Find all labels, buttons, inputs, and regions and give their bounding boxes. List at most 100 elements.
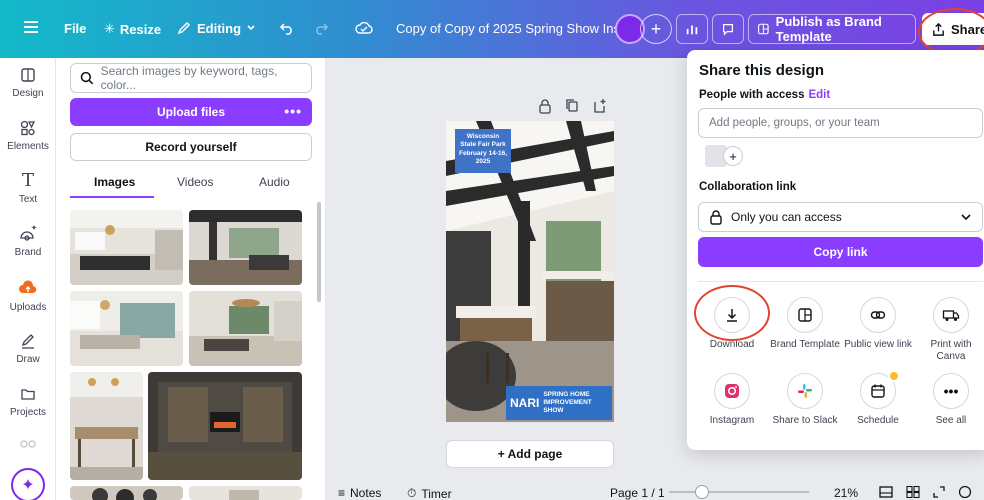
panel-scrollbar[interactable] <box>317 202 321 302</box>
image-thumbnail[interactable] <box>70 291 183 366</box>
bottom-bar: ≡ Notes ⏱ Timer Page 1 / 1 21% <box>326 484 984 500</box>
share-option-label: Share to Slack <box>772 415 838 426</box>
add-page-button[interactable]: + Add page <box>446 440 614 468</box>
resize-label: Resize <box>119 21 162 37</box>
magic-assistant-button[interactable]: ✦ <box>11 468 45 500</box>
rail-label: Draw <box>16 354 40 365</box>
design-page-preview[interactable]: Wisconsin State Fair Park February 14-16… <box>446 121 614 422</box>
share-option-schedule[interactable]: Schedule <box>842 370 914 427</box>
page-indicator[interactable]: Page 1 / 1 <box>610 486 665 500</box>
elements-icon <box>20 120 36 136</box>
zoom-level-text: 21% <box>834 486 859 500</box>
show-logo-block: NARI SPRING HOME IMPROVEMENT SHOW <box>506 386 612 420</box>
tab-images[interactable]: Images <box>94 175 135 189</box>
brand-icon <box>20 225 37 241</box>
rail-item-apps[interactable] <box>0 438 56 450</box>
plus-icon[interactable]: + <box>723 146 743 166</box>
people-with-access-heading: People with access Edit <box>699 89 830 101</box>
more-options-icon[interactable]: ••• <box>284 103 302 119</box>
fullscreen-icon[interactable] <box>933 486 945 498</box>
timer-icon: ⏱ <box>407 486 417 500</box>
zoom-slider[interactable] <box>669 485 809 499</box>
share-option-slack[interactable]: Share to Slack <box>769 373 841 427</box>
tab-audio[interactable]: Audio <box>259 175 290 189</box>
active-tab-indicator <box>70 196 154 198</box>
sparkle-icon: ✦ <box>21 477 35 494</box>
document-title-text: Copy of Copy of 2025 Spring Show Ins... <box>396 21 631 36</box>
share-option-download[interactable]: Download <box>696 297 768 351</box>
bar-chart-icon <box>686 25 698 35</box>
template-icon <box>787 297 823 333</box>
page-view-icon[interactable] <box>878 486 894 498</box>
link-access-dropdown[interactable]: Only you can access <box>698 202 983 232</box>
edit-access-link[interactable]: Edit <box>808 89 830 101</box>
comments-button[interactable] <box>712 14 744 44</box>
menu-icon[interactable] <box>22 19 40 35</box>
timer-button[interactable]: ⏱ Timer <box>407 486 452 500</box>
people-with-access-label: People with access <box>699 89 805 101</box>
zoom-slider-knob[interactable] <box>695 485 709 499</box>
share-button[interactable]: Share <box>922 13 984 45</box>
share-option-see-all[interactable]: ••• See all <box>915 373 984 427</box>
zoom-level[interactable]: 21% <box>834 486 858 500</box>
add-person-control[interactable]: + <box>705 145 745 167</box>
cloud-save-icon[interactable] <box>355 20 373 36</box>
rail-item-uploads[interactable]: Uploads <box>0 278 56 313</box>
share-option-public-view-link[interactable]: Public view link <box>842 297 914 351</box>
image-thumbnail[interactable] <box>70 486 183 500</box>
image-thumbnail[interactable] <box>189 210 302 285</box>
share-option-brand-template[interactable]: Brand Template <box>769 297 841 351</box>
logo-line: SPRING HOME <box>543 391 590 399</box>
rail-label: Brand <box>14 247 42 258</box>
share-upload-icon <box>933 22 944 36</box>
grid-view-icon[interactable] <box>906 486 920 498</box>
share-option-instagram[interactable]: Instagram <box>696 373 768 427</box>
redo-icon[interactable] <box>313 20 329 36</box>
undo-icon[interactable] <box>279 20 295 36</box>
image-thumbnail[interactable] <box>70 210 183 285</box>
premium-crown-badge <box>888 370 900 382</box>
notes-button[interactable]: ≡ Notes <box>338 486 381 500</box>
share-option-print-with-canva[interactable]: Print with Canva <box>915 297 984 362</box>
insights-button[interactable] <box>676 14 708 44</box>
tab-videos[interactable]: Videos <box>177 175 213 189</box>
notes-icon: ≡ <box>338 486 346 500</box>
image-thumbnail[interactable] <box>189 291 302 366</box>
rail-item-elements[interactable]: Elements <box>0 119 56 152</box>
plus-icon: + <box>650 18 662 39</box>
copy-link-button[interactable]: Copy link <box>698 237 983 267</box>
editing-mode-dropdown[interactable]: Editing <box>176 20 256 36</box>
file-menu-label: File <box>64 21 87 36</box>
rail-item-draw[interactable]: Draw <box>0 332 56 365</box>
badge-line: 2025 <box>475 158 491 166</box>
help-icon[interactable] <box>958 486 972 498</box>
duplicate-icon[interactable] <box>565 98 579 114</box>
add-people-input[interactable]: Add people, groups, or your team <box>698 108 983 138</box>
editing-label: Editing <box>197 20 242 36</box>
image-thumbnail[interactable] <box>148 372 302 480</box>
resize-button[interactable]: ✳ Resize <box>104 21 161 37</box>
rail-item-projects[interactable]: Projects <box>0 385 56 418</box>
rail-label: Elements <box>7 141 49 152</box>
share-option-label: Instagram <box>709 415 755 426</box>
draw-pen-icon <box>21 334 34 349</box>
rail-item-text[interactable]: T Text <box>0 172 56 206</box>
file-menu[interactable]: File <box>64 21 86 36</box>
publish-brand-template-button[interactable]: Publish as Brand Template <box>748 14 916 44</box>
notes-label: Notes <box>350 486 382 500</box>
share-option-label: See all <box>935 415 967 426</box>
add-page-icon[interactable] <box>592 98 606 114</box>
add-collaborator-button[interactable]: + <box>640 14 672 44</box>
share-option-label: Download <box>709 339 755 350</box>
upload-files-button[interactable]: Upload files ••• <box>70 98 312 126</box>
image-thumbnail[interactable] <box>70 372 143 480</box>
share-dialog-title: Share this design <box>699 62 825 79</box>
record-yourself-button[interactable]: Record yourself <box>70 133 312 161</box>
search-input[interactable]: Search images by keyword, tags, color... <box>70 63 312 93</box>
rail-item-brand[interactable]: Brand <box>0 223 56 258</box>
rail-item-design[interactable]: Design <box>0 66 56 99</box>
image-thumbnail[interactable] <box>189 486 302 500</box>
share-label: Share <box>951 21 984 37</box>
lock-icon[interactable] <box>538 98 552 114</box>
document-title[interactable]: Copy of Copy of 2025 Spring Show Ins... <box>396 21 631 36</box>
